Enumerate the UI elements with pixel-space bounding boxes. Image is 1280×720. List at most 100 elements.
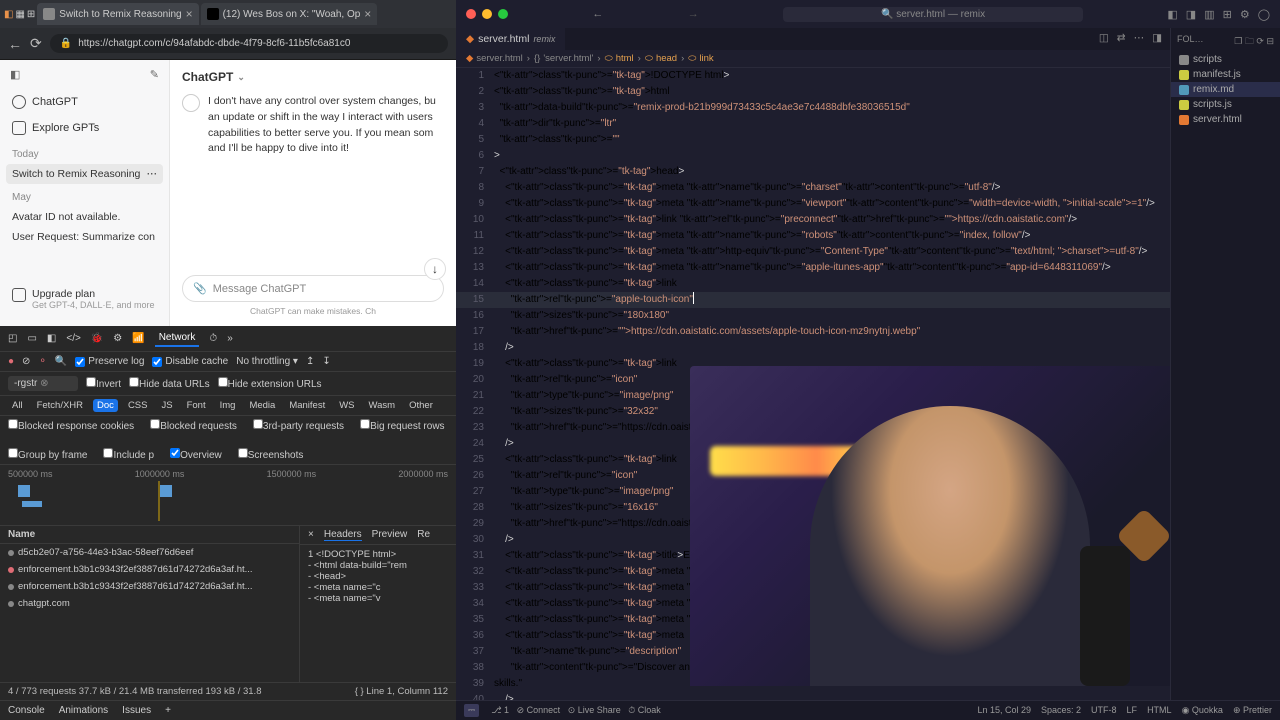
status-item[interactable]: ⏱ Cloak [628, 705, 661, 715]
filter-type-img[interactable]: Img [216, 399, 240, 412]
preserve-log-checkbox[interactable] [75, 357, 85, 367]
close-icon[interactable]: × [186, 7, 193, 21]
tab-icon[interactable]: ▦ [15, 9, 24, 20]
file-manifest.js[interactable]: manifest.js [1171, 67, 1280, 82]
scroll-down-button[interactable]: ↓ [424, 258, 446, 280]
layout-icon[interactable]: ▥ [1204, 8, 1214, 21]
add-tab-icon[interactable]: + [165, 705, 171, 716]
status-item[interactable]: HTML [1147, 705, 1172, 716]
throttling-select[interactable]: No throttling ▾ [236, 356, 298, 367]
check-1[interactable] [150, 419, 160, 429]
filter-type-other[interactable]: Other [405, 399, 437, 412]
tab-response[interactable]: Re [417, 529, 430, 541]
request-row[interactable]: d5cb2e07-a756-44e3-b3ac-58eef76d6eef [0, 544, 299, 561]
disable-cache-checkbox[interactable] [152, 357, 162, 367]
file-scripts.js[interactable]: scripts.js [1171, 97, 1280, 112]
attach-icon[interactable]: 📎 [193, 282, 207, 295]
collapse-icon[interactable]: ⊟ [1266, 36, 1274, 46]
upload-icon[interactable]: ↥ [306, 356, 314, 367]
request-row[interactable]: enforcement.b3b1c9343f2ef3887d61d74272d6… [0, 561, 299, 578]
status-item[interactable]: Ln 15, Col 29 [977, 705, 1031, 716]
filter-type-js[interactable]: JS [157, 399, 176, 412]
check-3[interactable] [360, 419, 370, 429]
inspect-icon[interactable]: ◰ [8, 333, 17, 344]
url-bar[interactable]: 🔒 https://chatgpt.com/c/94afabdc-dbde-4f… [50, 34, 448, 53]
device-icon[interactable]: ▭ [27, 333, 36, 344]
check-4[interactable] [8, 448, 18, 458]
diff-icon[interactable]: ⇄ [1117, 32, 1126, 46]
tab-icon[interactable]: ⊞ [27, 9, 35, 20]
tab-network[interactable]: Network [155, 330, 200, 347]
browser-tab[interactable]: Switch to Remix Reasoning × [37, 3, 198, 25]
status-item[interactable]: Spaces: 2 [1041, 705, 1081, 716]
more-icon[interactable]: ⋯ [1134, 32, 1145, 46]
new-file-icon[interactable]: ❐ [1234, 36, 1242, 46]
split-icon[interactable]: ◫ [1099, 32, 1109, 46]
filter-type-fetch/xhr[interactable]: Fetch/XHR [33, 399, 87, 412]
conversation-item[interactable]: Avatar ID not available. [0, 207, 169, 227]
filter-type-media[interactable]: Media [245, 399, 279, 412]
clear-icon[interactable]: ⊘ [22, 356, 30, 367]
status-item[interactable]: LF [1127, 705, 1138, 716]
status-item[interactable]: ⊘ Connect [517, 705, 561, 715]
editor-tab[interactable]: ◆ server.html remix [456, 28, 565, 50]
conversation-item[interactable]: User Request: Summarize con [0, 227, 169, 247]
check-0[interactable] [8, 419, 18, 429]
tab-headers[interactable]: Headers [324, 529, 362, 541]
status-item[interactable]: ◉ Quokka [1182, 705, 1223, 716]
filter-type-ws[interactable]: WS [335, 399, 358, 412]
refresh-icon[interactable]: ⟳ [1256, 36, 1264, 46]
nav-back-icon[interactable]: ← [592, 8, 603, 20]
bug-icon[interactable]: 🐞 [91, 333, 103, 344]
filter-input[interactable]: -rgstr ⊗ [8, 376, 78, 391]
elements-icon[interactable]: ◧ [47, 333, 56, 344]
upgrade-plan[interactable]: Upgrade plan Get GPT-4, DALL·E, and more [0, 280, 169, 318]
account-icon[interactable]: ◯ [1258, 8, 1270, 21]
status-item[interactable]: ⊙ Live Share [568, 705, 621, 715]
status-item[interactable]: ⊕ Prettier [1233, 705, 1272, 716]
status-item[interactable]: ⎇ 1 [491, 705, 509, 715]
perf-icon[interactable]: ⏱ [209, 333, 217, 344]
close-window-icon[interactable] [466, 9, 476, 19]
history-icon[interactable]: ◧ [4, 9, 13, 20]
collapse-sidebar-icon[interactable]: ◧ [10, 68, 20, 81]
chat-input[interactable]: 📎 Message ChatGPT [182, 275, 444, 302]
sidebar-item-explore[interactable]: Explore GPTs [0, 115, 169, 141]
new-chat-icon[interactable]: ✎ [150, 68, 159, 81]
filter-type-css[interactable]: CSS [124, 399, 152, 412]
invert-checkbox[interactable] [86, 377, 96, 387]
check-5[interactable] [103, 448, 113, 458]
filter-type-manifest[interactable]: Manifest [285, 399, 329, 412]
filter-type-all[interactable]: All [8, 399, 27, 412]
filter-type-doc[interactable]: Doc [93, 399, 118, 412]
close-icon[interactable]: × [364, 7, 371, 21]
maximize-window-icon[interactable] [498, 9, 508, 19]
more-icon[interactable]: ⋯ [147, 168, 158, 180]
filter-type-font[interactable]: Font [183, 399, 210, 412]
file-server.html[interactable]: server.html [1171, 112, 1280, 127]
check-2[interactable] [253, 419, 263, 429]
file-scripts[interactable]: scripts [1171, 52, 1280, 67]
record-icon[interactable]: ● [8, 356, 14, 367]
new-folder-icon[interactable]: 🗀 [1245, 36, 1254, 46]
chat-title[interactable]: ChatGPT ⌄ [182, 70, 444, 84]
remote-icon[interactable]: ⎓ [464, 704, 479, 717]
layout-icon[interactable]: ◨ [1186, 8, 1196, 21]
back-button[interactable]: ← [8, 36, 22, 52]
minimize-window-icon[interactable] [482, 9, 492, 19]
filter-type-wasm[interactable]: Wasm [365, 399, 400, 412]
sources-icon[interactable]: </> [66, 333, 80, 344]
wifi-icon[interactable]: 📶 [132, 333, 144, 344]
request-row[interactable]: enforcement.b3b1c9343f2ef3887d61d74272d6… [0, 578, 299, 595]
layout-icon[interactable]: ⊞ [1223, 8, 1232, 21]
tab-issues[interactable]: Issues [122, 705, 151, 716]
browser-tab[interactable]: (12) Wes Bos on X: "Woah, Op × [201, 3, 378, 25]
more-tabs-icon[interactable]: » [227, 333, 233, 344]
hide-ext-checkbox[interactable] [218, 377, 228, 387]
request-row[interactable]: chatgpt.com [0, 595, 299, 612]
conversation-item[interactable]: Switch to Remix Reasoning ⋯ [6, 164, 163, 184]
check-6[interactable] [170, 448, 180, 458]
hide-data-checkbox[interactable] [129, 377, 139, 387]
reload-button[interactable]: ⟳ [30, 35, 42, 52]
check-7[interactable] [238, 448, 248, 458]
